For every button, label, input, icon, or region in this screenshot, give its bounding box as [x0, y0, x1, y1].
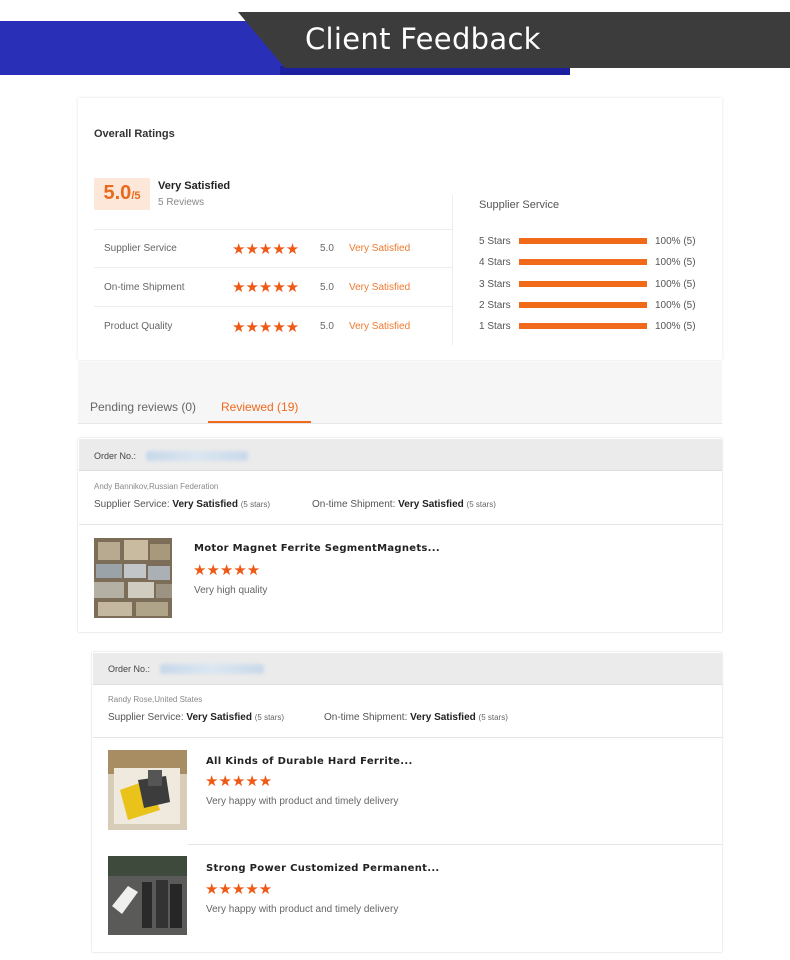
rating-label: On-time Shipment — [104, 281, 185, 293]
rating-row-supplier-service: Supplier Service ★★★★★ 5.0 Very Satisfie… — [94, 229, 452, 268]
distribution-bar — [519, 259, 647, 265]
packed-magnets-image — [108, 750, 187, 830]
tab-pending-reviews[interactable]: Pending reviews (0) — [90, 400, 196, 414]
rating-score: 5.0 — [320, 243, 334, 254]
supplier-service-title: Supplier Service — [479, 199, 560, 211]
star-distribution-row: 5 Stars 100% (5) — [479, 234, 709, 248]
shipment-stars: (5 stars) — [478, 713, 508, 722]
overall-score: 5.0 — [103, 182, 132, 204]
distribution-percent: 100% (5) — [655, 235, 696, 247]
distribution-bar — [519, 302, 647, 308]
supplier-service-rating: Supplier Service: Very Satisfied (5 star… — [108, 712, 284, 723]
tabs-divider — [78, 423, 722, 424]
overall-status: Very Satisfied — [158, 180, 231, 192]
distribution-percent: 100% (5) — [655, 299, 696, 311]
shipment-value: Very Satisfied — [410, 712, 476, 723]
shipment-rating: On-time Shipment: Very Satisfied (5 star… — [312, 499, 496, 510]
overall-review-count: 5 Reviews — [158, 197, 205, 208]
star-rating-icon: ★★★★★ — [205, 773, 273, 790]
shipment-value: Very Satisfied — [398, 499, 464, 510]
rating-status: Very Satisfied — [349, 243, 411, 254]
star-distribution-row: 2 Stars 100% (5) — [479, 298, 709, 312]
overall-score-badge: 5.0 /5 — [94, 178, 150, 210]
distribution-bar-fill — [519, 302, 647, 308]
buyer-name: Andy Bannikov,Russian Federation — [94, 482, 219, 491]
product-thumbnail[interactable] — [94, 538, 172, 618]
star-distribution-row: 1 Stars 100% (5) — [479, 319, 709, 333]
star-level-label: 5 Stars — [479, 235, 511, 247]
supplier-service-stars: (5 stars) — [254, 713, 285, 722]
supplier-service-stars: (5 stars) — [240, 500, 271, 509]
product-thumbnail[interactable] — [108, 856, 187, 935]
shipment-rating: On-time Shipment: Very Satisfied (5 star… — [324, 712, 508, 723]
distribution-percent: 100% (5) — [655, 278, 696, 290]
supplier-service-value: Very Satisfied — [186, 712, 252, 723]
order-number-redacted — [160, 664, 264, 674]
review-comment: Very happy with product and timely deliv… — [206, 796, 399, 807]
review-comment: Very high quality — [194, 585, 268, 596]
distribution-bar — [519, 281, 647, 287]
overall-ratings-label: Overall Ratings — [94, 128, 175, 140]
star-rating-icon: ★★★★★ — [232, 279, 300, 296]
rating-label: Product Quality — [104, 321, 173, 332]
star-rating-icon: ★★★★★ — [193, 562, 261, 579]
buyer-name: Randy Rose,United States — [108, 695, 203, 704]
star-rating-icon: ★★★★★ — [232, 240, 300, 258]
rating-row-product-quality: Product Quality ★★★★★ 5.0 Very Satisfied — [94, 307, 452, 346]
divider — [93, 737, 722, 738]
star-distribution-row: 3 Stars 100% (5) — [479, 277, 709, 291]
overall-score-suffix: /5 — [131, 190, 141, 202]
product-title[interactable]: Strong Power Customized Permanent... — [206, 863, 440, 874]
star-level-label: 1 Stars — [479, 320, 511, 332]
star-rating-icon: ★★★★★ — [232, 318, 300, 336]
order-number-label: Order No.: — [108, 664, 151, 674]
shipment-label: On-time Shipment: — [324, 712, 408, 723]
supplier-service-value: Very Satisfied — [172, 499, 238, 510]
order-number-redacted — [146, 451, 248, 461]
distribution-percent: 100% (5) — [655, 320, 696, 332]
product-title[interactable]: All Kinds of Durable Hard Ferrite... — [206, 756, 413, 767]
star-rating-icon: ★★★★★ — [205, 881, 273, 898]
shipment-label: On-time Shipment: — [312, 499, 396, 510]
rating-score: 5.0 — [320, 321, 334, 332]
shipment-stars: (5 stars) — [466, 500, 496, 509]
page-title: Client Feedback — [305, 22, 541, 56]
review-comment: Very happy with product and timely deliv… — [206, 904, 399, 915]
magnet-boxes-image — [94, 538, 172, 618]
divider — [79, 524, 722, 525]
distribution-bar-fill — [519, 281, 647, 287]
distribution-bar-fill — [519, 259, 647, 265]
order-number-label: Order No.: — [94, 451, 137, 461]
supplier-service-rating: Supplier Service: Very Satisfied (5 star… — [94, 499, 270, 510]
supplier-service-label: Supplier Service: — [94, 499, 170, 510]
tab-reviewed[interactable]: Reviewed (19) — [221, 400, 298, 414]
distribution-bar — [519, 238, 647, 244]
ratings-divider — [452, 195, 453, 345]
rating-label: Supplier Service — [104, 243, 177, 254]
distribution-bar-fill — [519, 323, 647, 329]
divider — [188, 844, 722, 845]
product-thumbnail[interactable] — [108, 750, 187, 830]
tabs-bar — [78, 362, 722, 424]
distribution-percent: 100% (5) — [655, 256, 696, 268]
rating-status: Very Satisfied — [349, 281, 411, 293]
magnet-blocks-image — [108, 856, 187, 935]
product-title[interactable]: Motor Magnet Ferrite SegmentMagnets... — [194, 543, 440, 554]
rating-score: 5.0 — [320, 281, 334, 293]
supplier-service-label: Supplier Service: — [108, 712, 184, 723]
rating-row-on-time-shipment: On-time Shipment ★★★★★ 5.0 Very Satisfie… — [94, 268, 452, 307]
star-level-label: 2 Stars — [479, 299, 511, 311]
star-level-label: 4 Stars — [479, 256, 511, 268]
distribution-bar-fill — [519, 238, 647, 244]
active-tab-indicator — [208, 421, 311, 423]
star-level-label: 3 Stars — [479, 278, 511, 290]
distribution-bar — [519, 323, 647, 329]
star-distribution-row: 4 Stars 100% (5) — [479, 255, 709, 269]
rating-status: Very Satisfied — [349, 321, 411, 332]
